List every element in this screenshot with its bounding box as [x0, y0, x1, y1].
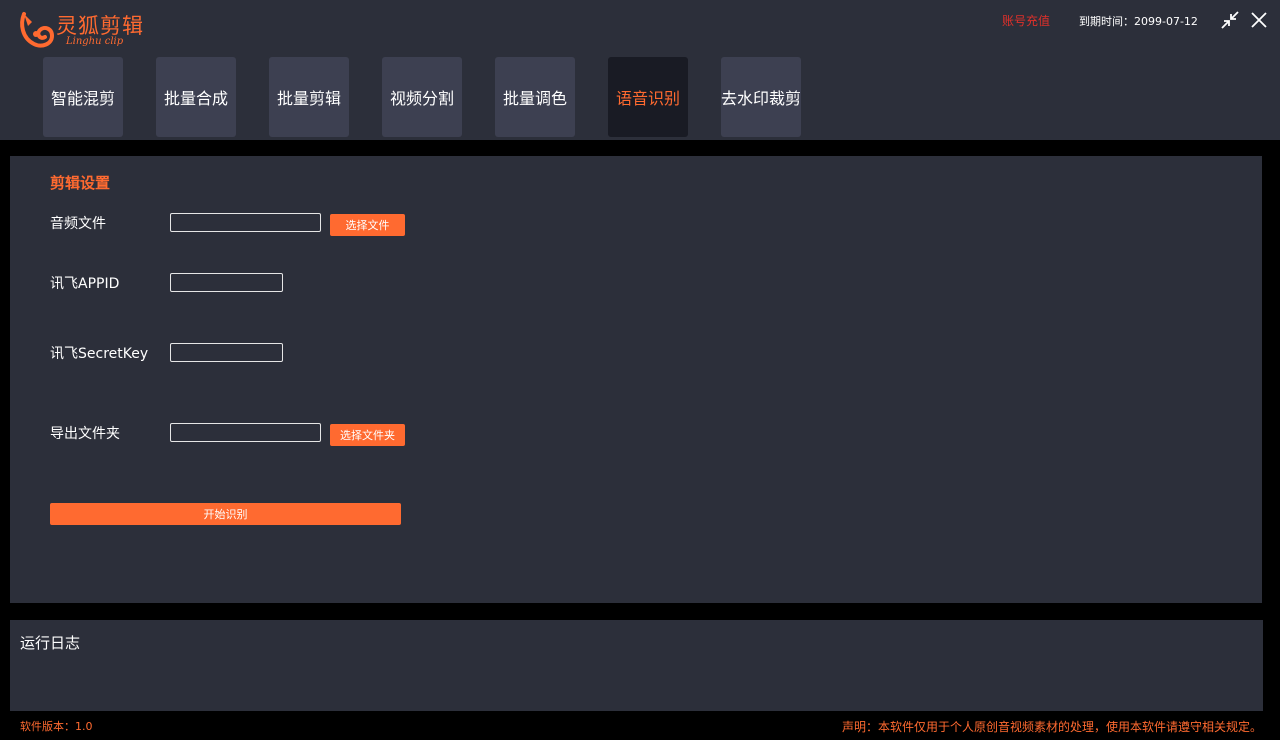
close-icon — [1251, 12, 1267, 28]
close-button[interactable] — [1249, 10, 1269, 30]
section-title: 剪辑设置 — [50, 174, 111, 192]
start-recognition-button[interactable]: 开始识别 — [50, 503, 401, 525]
collapse-arrows-icon — [1221, 11, 1239, 29]
secret-key-label: 讯飞SecretKey — [50, 346, 149, 362]
tab-smart-mix[interactable]: 智能混剪 — [43, 57, 123, 137]
log-panel: 运行日志 — [10, 620, 1263, 711]
log-title: 运行日志 — [20, 634, 81, 652]
tab-batch-edit[interactable]: 批量剪辑 — [269, 57, 349, 137]
audio-file-input[interactable] — [170, 213, 321, 232]
choose-file-button[interactable]: 选择文件 — [330, 214, 405, 236]
tab-watermark-crop[interactable]: 去水印裁剪 — [721, 57, 801, 137]
tab-video-split[interactable]: 视频分割 — [382, 57, 462, 137]
choose-folder-button[interactable]: 选择文件夹 — [330, 424, 405, 446]
appid-input[interactable] — [170, 273, 283, 292]
export-folder-label: 导出文件夹 — [50, 426, 120, 442]
expiry-date: 到期时间：2099-07-12 — [1079, 15, 1198, 28]
disclaimer-text: 声明：本软件仅用于个人原创音视频素材的处理，使用本软件请遵守相关规定。 — [841, 720, 1262, 734]
app-subtitle: Linghu clip — [66, 36, 124, 47]
minimize-button[interactable] — [1220, 10, 1240, 30]
fox-logo-icon — [20, 12, 55, 48]
audio-file-label: 音频文件 — [50, 216, 106, 232]
header-bar: 灵狐剪辑 Linghu clip 账号充值 到期时间：2099-07-12 智能… — [0, 0, 1280, 140]
version-text: 软件版本：1.0 — [20, 720, 93, 733]
secret-key-input[interactable] — [170, 343, 283, 362]
tab-batch-color[interactable]: 批量调色 — [495, 57, 575, 137]
export-folder-input[interactable] — [170, 423, 321, 442]
recharge-link[interactable]: 账号充值 — [1002, 12, 1050, 29]
tab-speech-recognition[interactable]: 语音识别 — [608, 57, 688, 137]
app-logo: 灵狐剪辑 Linghu clip — [18, 8, 158, 52]
appid-label: 讯飞APPID — [50, 276, 120, 292]
tab-batch-compose[interactable]: 批量合成 — [156, 57, 236, 137]
settings-panel: 剪辑设置 音频文件 选择文件 讯飞APPID 讯飞SecretKey 导出文件夹… — [10, 156, 1262, 603]
